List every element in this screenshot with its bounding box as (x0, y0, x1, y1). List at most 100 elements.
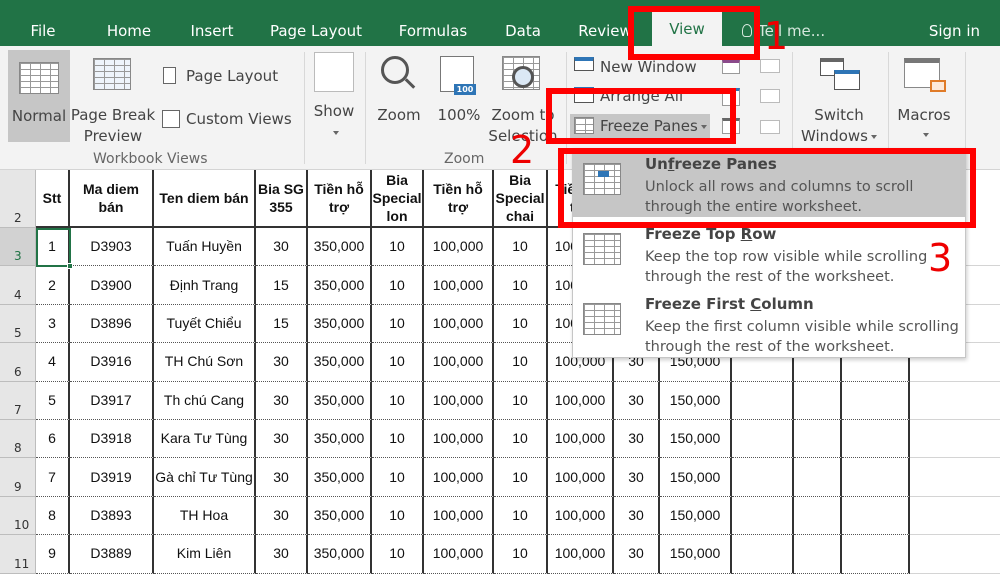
table-cell[interactable]: 150,000 (660, 458, 732, 497)
table-cell[interactable] (794, 458, 842, 497)
tab-page-layout[interactable]: Page Layout (266, 18, 366, 46)
table-cell[interactable]: 100,000 (424, 496, 494, 536)
table-cell[interactable]: 10 (372, 343, 424, 382)
menu-item-freeze-top-row[interactable]: Freeze Top Row Keep the top row visible … (573, 221, 965, 287)
row-header[interactable]: 9 (0, 458, 36, 497)
column-header-cell[interactable]: Tiền hỗ trợ (424, 170, 494, 228)
table-cell[interactable]: 30 (614, 458, 660, 497)
table-cell[interactable]: 7 (36, 458, 70, 497)
table-cell[interactable]: 100,000 (424, 535, 494, 574)
table-cell[interactable]: 350,000 (308, 420, 372, 459)
table-cell[interactable]: 6 (36, 420, 70, 459)
table-cell[interactable]: 10 (372, 458, 424, 497)
table-cell[interactable]: Kara Tư Tùng (154, 420, 256, 459)
table-cell[interactable]: D3896 (70, 304, 154, 344)
table-cell[interactable]: 10 (494, 228, 548, 267)
tab-home[interactable]: Home (100, 18, 158, 46)
table-cell[interactable]: 150,000 (660, 420, 732, 459)
table-cell[interactable] (794, 381, 842, 420)
table-cell[interactable]: 30 (256, 458, 308, 497)
table-cell[interactable]: 30 (614, 496, 660, 536)
split-icon[interactable] (722, 60, 740, 74)
table-cell[interactable]: 10 (372, 304, 424, 344)
reset-window-position-icon[interactable] (760, 120, 780, 134)
normal-view-button[interactable]: Normal (8, 50, 70, 142)
table-cell[interactable]: 150,000 (660, 381, 732, 420)
table-cell[interactable] (842, 420, 910, 459)
table-cell[interactable]: D3889 (70, 535, 154, 574)
table-cell[interactable]: 100,000 (548, 535, 614, 574)
table-cell[interactable]: 15 (256, 266, 308, 305)
table-cell[interactable]: D3919 (70, 458, 154, 497)
table-cell[interactable]: 100,000 (548, 420, 614, 459)
table-cell[interactable]: 150,000 (660, 535, 732, 574)
table-cell[interactable]: 4 (36, 343, 70, 382)
table-cell[interactable]: 100,000 (424, 458, 494, 497)
table-cell[interactable]: 10 (372, 228, 424, 267)
table-cell[interactable]: 10 (372, 266, 424, 305)
view-side-by-side-icon[interactable] (760, 59, 780, 73)
table-cell[interactable]: 10 (494, 343, 548, 382)
table-cell[interactable]: 10 (372, 535, 424, 574)
table-cell[interactable] (794, 535, 842, 574)
row-header[interactable]: 3 (0, 228, 36, 267)
table-cell[interactable]: D3918 (70, 420, 154, 459)
table-cell[interactable]: 15 (256, 304, 308, 344)
table-cell[interactable]: 150,000 (660, 496, 732, 536)
table-cell[interactable] (794, 496, 842, 536)
table-cell[interactable]: 8 (36, 496, 70, 536)
table-cell[interactable] (732, 420, 794, 459)
table-cell[interactable]: Gà chỉ Tư Tùng (154, 458, 256, 497)
sign-in-link[interactable]: Sign in (929, 18, 980, 44)
column-header-cell[interactable]: Stt (36, 170, 70, 228)
table-cell[interactable]: 10 (494, 381, 548, 420)
table-cell[interactable]: 10 (494, 535, 548, 574)
tab-formulas[interactable]: Formulas (392, 18, 474, 46)
synchronous-scrolling-icon[interactable] (760, 89, 780, 103)
table-cell[interactable]: 30 (256, 496, 308, 536)
table-cell[interactable]: 350,000 (308, 266, 372, 305)
table-cell[interactable]: 100,000 (424, 304, 494, 344)
table-cell[interactable]: TH Hoa (154, 496, 256, 536)
table-cell[interactable]: 100,000 (548, 496, 614, 536)
tab-data[interactable]: Data (498, 18, 548, 46)
tab-insert[interactable]: Insert (183, 18, 241, 46)
table-cell[interactable] (842, 458, 910, 497)
table-cell[interactable]: 9 (36, 535, 70, 574)
table-cell[interactable]: 30 (614, 420, 660, 459)
table-cell[interactable]: 350,000 (308, 458, 372, 497)
table-cell[interactable]: 30 (256, 343, 308, 382)
table-cell[interactable]: 10 (494, 420, 548, 459)
table-cell[interactable]: 350,000 (308, 381, 372, 420)
column-header-cell[interactable]: Tiền hỗ trợ (308, 170, 372, 228)
row-header[interactable]: 7 (0, 381, 36, 420)
table-cell[interactable]: 100,000 (548, 458, 614, 497)
table-cell[interactable]: 350,000 (308, 304, 372, 344)
table-cell[interactable]: Tuyết Chiểu (154, 304, 256, 344)
row-header[interactable]: 10 (0, 496, 36, 536)
table-cell[interactable]: 10 (494, 304, 548, 344)
table-cell[interactable]: 30 (256, 381, 308, 420)
column-header-cell[interactable]: Bia Special chai (494, 170, 548, 228)
table-cell[interactable]: 350,000 (308, 228, 372, 267)
row-header[interactable]: 4 (0, 266, 36, 305)
tab-file[interactable]: File (18, 18, 68, 46)
table-cell[interactable] (842, 535, 910, 574)
table-cell[interactable]: 30 (256, 228, 308, 267)
menu-item-freeze-first-column[interactable]: Freeze First Column Keep the first colum… (573, 291, 965, 357)
table-cell[interactable]: 100,000 (424, 420, 494, 459)
table-cell[interactable]: D3903 (70, 228, 154, 267)
table-cell[interactable]: 100,000 (424, 266, 494, 305)
table-cell[interactable]: 10 (372, 496, 424, 536)
fill-handle[interactable] (67, 263, 73, 270)
row-header[interactable]: 8 (0, 420, 36, 459)
tab-review[interactable]: Review (574, 18, 636, 46)
table-cell[interactable] (732, 496, 794, 536)
table-cell[interactable]: 30 (614, 381, 660, 420)
table-cell[interactable]: 100,000 (424, 381, 494, 420)
table-cell[interactable]: 100,000 (424, 228, 494, 267)
column-header-cell[interactable]: Ten diem bán (154, 170, 256, 228)
table-cell[interactable]: 30 (256, 420, 308, 459)
column-header-cell[interactable]: Bia Special lon (372, 170, 424, 228)
table-cell[interactable]: Th chú Cang (154, 381, 256, 420)
